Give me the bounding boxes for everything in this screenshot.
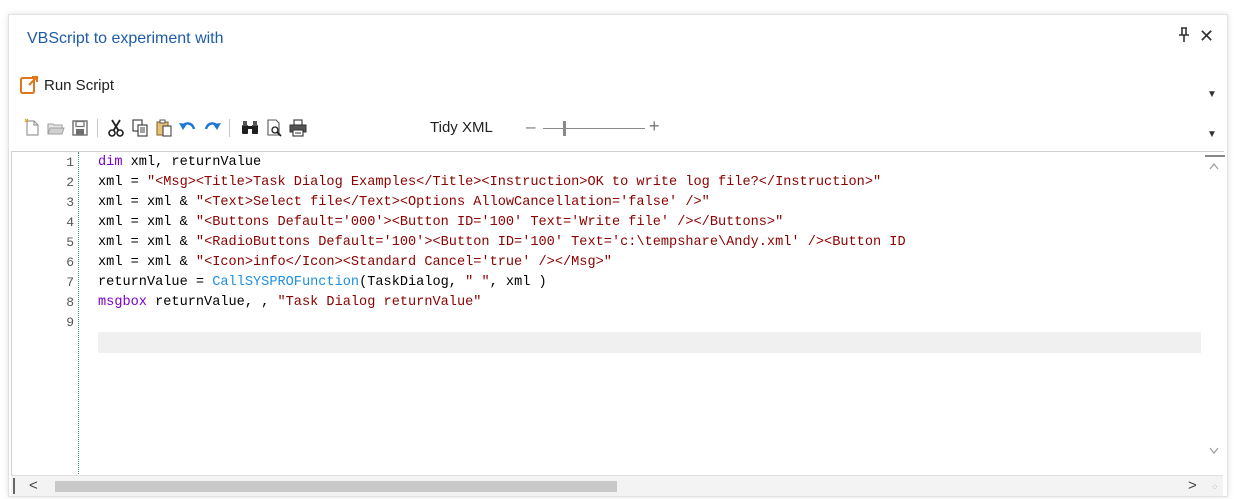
save-icon[interactable]	[69, 117, 91, 139]
redo-icon[interactable]	[201, 117, 223, 139]
code-token: , xml )	[489, 275, 547, 290]
copy-icon[interactable]	[129, 117, 151, 139]
run-script-button[interactable]: Run Script	[19, 73, 114, 97]
print-icon[interactable]	[287, 117, 309, 139]
code-token: returnValue =	[98, 275, 213, 290]
code-token: returnValue, ,	[146, 295, 278, 310]
cut-icon[interactable]	[105, 117, 127, 139]
code-line[interactable]: returnValue = CallSYSPROFunction(TaskDia…	[98, 274, 547, 292]
code-token: (TaskDialog,	[359, 275, 466, 290]
scroll-down-icon[interactable]	[1209, 446, 1219, 457]
line-number: 2	[66, 175, 74, 190]
line-number: 8	[66, 295, 74, 310]
code-token: "<Buttons Default='000'><Button ID='100'…	[195, 215, 784, 230]
print-preview-icon[interactable]	[263, 117, 285, 139]
code-token: xml = xml &	[98, 195, 196, 210]
script-editor-pane: VBScript to experiment with ✕ Run Script…	[8, 14, 1228, 497]
line-number: 1	[66, 155, 74, 170]
line-number: 6	[66, 255, 74, 270]
code-token: "<Text>Select file</Text><Options AllowC…	[195, 195, 710, 210]
line-number: 9	[66, 315, 74, 330]
code-line[interactable]: dim xml, returnValue	[98, 154, 261, 172]
scroll-left-icon[interactable]: <	[29, 477, 38, 494]
code-token: xml = xml &	[98, 215, 196, 230]
new-file-icon[interactable]	[21, 117, 43, 139]
current-line-highlight	[98, 332, 1201, 353]
code-token: xml =	[98, 175, 147, 190]
code-line[interactable]: xml = xml & "<Icon>info</Icon><Standard …	[98, 254, 612, 272]
zoom-in-button[interactable]: +	[649, 116, 660, 137]
zoom-slider-thumb[interactable]	[563, 121, 566, 136]
horizontal-split-handle[interactable]	[13, 478, 18, 494]
code-line[interactable]: xml = xml & "<Text>Select file</Text><Op…	[98, 194, 710, 212]
code-token: xml = xml &	[98, 255, 196, 270]
pane-title: VBScript to experiment with	[27, 30, 224, 47]
run-script-label: Run Script	[44, 76, 115, 94]
line-number: 5	[66, 235, 74, 250]
code-token: msgbox	[98, 295, 147, 310]
code-line[interactable]: xml = xml & "<Buttons Default='000'><But…	[98, 214, 783, 232]
code-token: dim	[98, 155, 123, 170]
pane-titlebar: VBScript to experiment with ✕	[9, 15, 1227, 57]
line-number: 7	[66, 275, 74, 290]
toolbar-separator	[229, 119, 230, 137]
code-editor[interactable]: 1 2 3 4 5 6 7 8 9 dim xml, returnValue xml = "<Ms…	[11, 151, 1224, 476]
code-token: xml = xml &	[98, 235, 196, 250]
zoom-out-button[interactable]: –	[526, 117, 535, 137]
open-folder-icon[interactable]	[45, 117, 67, 139]
code-token: xml, returnValue	[122, 155, 262, 170]
code-token: "<Icon>info</Icon><Standard Cancel='true…	[195, 255, 612, 270]
undo-icon[interactable]	[177, 117, 199, 139]
toolbar-separator	[97, 119, 98, 137]
ribbon-bar: Run Script ▼	[9, 71, 1227, 101]
ribbon-overflow-chevron-down-icon[interactable]: ▼	[1207, 89, 1217, 100]
horizontal-scroll-thumb[interactable]	[55, 481, 617, 492]
tidy-xml-button[interactable]: Tidy XML	[430, 119, 493, 136]
horizontal-scrollbar[interactable]: < > ⁘	[11, 475, 1223, 496]
paste-icon[interactable]	[153, 117, 175, 139]
line-number: 3	[66, 195, 74, 210]
run-script-icon	[20, 76, 38, 94]
scroll-right-icon[interactable]: >	[1188, 477, 1197, 494]
editor-toolbar: Tidy XML – + ▼	[9, 111, 1227, 145]
code-token: "<RadioButtons Default='100'><Button ID=…	[195, 235, 906, 250]
toolbar-overflow-chevron-down-icon[interactable]: ▼	[1207, 129, 1217, 140]
close-icon[interactable]: ✕	[1199, 26, 1214, 47]
code-line[interactable]: xml = "<Msg><Title>Task Dialog Examples<…	[98, 174, 881, 192]
code-token: " "	[465, 275, 490, 290]
vertical-scrollbar[interactable]	[1204, 152, 1224, 476]
find-binoculars-icon[interactable]	[239, 117, 261, 139]
pin-icon[interactable]	[1177, 27, 1191, 47]
resize-grip-icon[interactable]: ⁘	[1211, 482, 1218, 493]
code-token: "<Msg><Title>Task Dialog Examples</Title…	[146, 175, 882, 190]
zoom-slider-track[interactable]	[543, 128, 645, 129]
code-token: CallSYSPROFunction	[212, 275, 360, 290]
scroll-up-icon[interactable]	[1209, 162, 1219, 173]
code-token: "Task Dialog returnValue"	[277, 295, 482, 310]
code-line[interactable]: msgbox returnValue, , "Task Dialog retur…	[98, 294, 481, 312]
line-number: 4	[66, 215, 74, 230]
code-line[interactable]: xml = xml & "<RadioButtons Default='100'…	[98, 234, 906, 252]
line-number-gutter: 1 2 3 4 5 6 7 8 9	[12, 152, 79, 476]
editor-split-handle[interactable]	[1205, 155, 1225, 160]
